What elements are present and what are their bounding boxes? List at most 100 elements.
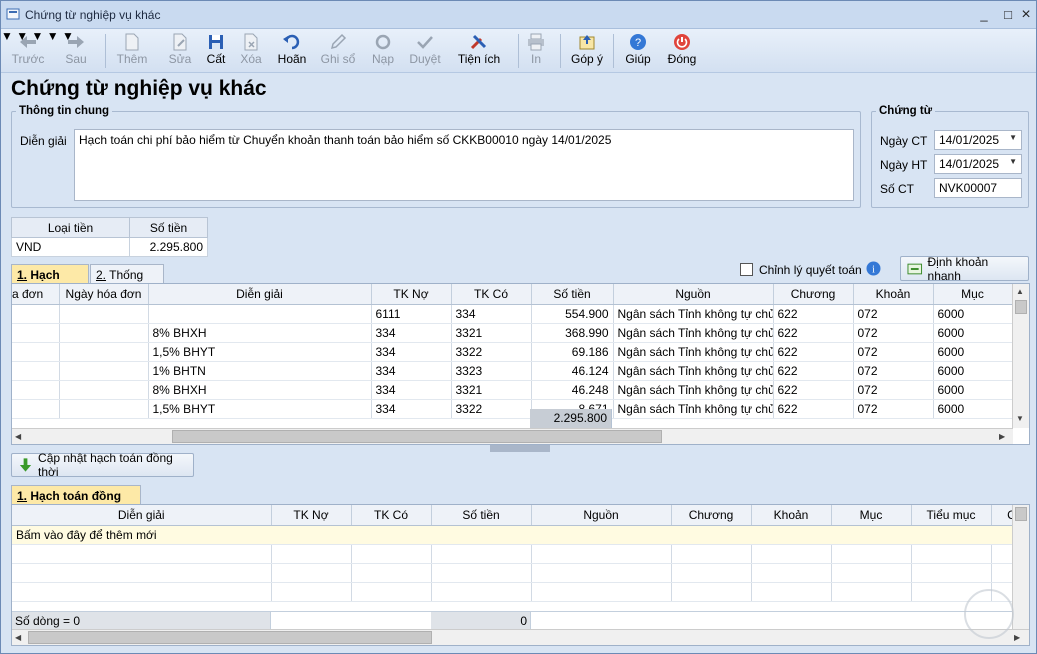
table-cell[interactable]: 072 [853,380,934,400]
entries-column-header[interactable]: Nguồn [613,284,774,305]
currency-type-cell[interactable]: VND [11,237,130,257]
unpost-button[interactable]: Nạp [365,31,401,71]
approve-button[interactable]: Duyệt [405,31,445,71]
scroll-left-icon[interactable]: ◀ [15,633,21,642]
table-cell[interactable]: Ngân sách Tỉnh không tự chủ [613,399,774,419]
date-ct-picker[interactable]: 14/01/2025 ▼ [934,130,1022,150]
save-button[interactable]: Cất [201,31,231,71]
tab-entries[interactable]: 1. Hạch toán [11,264,89,296]
scroll-up-icon[interactable]: ▲ [1016,287,1024,296]
tab-statistics[interactable]: 2. Thống kê [90,264,164,296]
table-cell[interactable] [12,361,60,381]
table-cell[interactable]: Ngân sách Tỉnh không tự chủ [613,323,774,343]
table-cell[interactable]: 46.124 [531,361,614,381]
table-cell[interactable]: 1,5% BHYT [148,342,372,362]
table-cell[interactable]: 6000 [933,323,1013,343]
date-ht-picker[interactable]: 14/01/2025 ▼ [934,154,1022,174]
table-cell[interactable]: 368.990 [531,323,614,343]
table-cell[interactable]: 6000 [933,361,1013,381]
table-cell[interactable]: 072 [853,323,934,343]
table-row[interactable]: 6111 334 554.900 Ngân sách Tỉnh không tự ch… [12,304,1013,324]
table-cell[interactable]: 8% BHXH [148,380,372,400]
update-concurrent-button[interactable]: Cập nhật hạch toán đồng thời [11,451,194,479]
table-cell[interactable]: 1% BHTN [148,361,372,381]
table-cell[interactable]: 3322 [451,399,532,419]
help-button[interactable]: ? Giúp [621,31,655,71]
table-cell[interactable]: Ngân sách Tỉnh không tự chủ [613,380,774,400]
next-button[interactable]: Sau [59,31,93,71]
entries-column-header[interactable]: TK Có [451,284,532,305]
concurrent-column-header[interactable]: Khoản [751,505,832,526]
table-cell[interactable]: 6000 [933,342,1013,362]
table-cell[interactable] [59,304,149,324]
edit-button[interactable]: Sửa [165,31,195,71]
table-cell[interactable]: 3322 [451,342,532,362]
delete-button[interactable]: Xóa [235,31,267,71]
concurrent-column-header[interactable]: Nguồn [531,505,672,526]
scroll-left-icon[interactable]: ◀ [15,432,21,441]
prev-button[interactable]: Trước [9,31,47,71]
table-cell[interactable] [59,380,149,400]
table-cell[interactable]: 3323 [451,361,532,381]
table-cell[interactable] [59,361,149,381]
entries-column-header[interactable]: Khoản [853,284,934,305]
table-cell[interactable]: 6000 [933,304,1013,324]
table-cell[interactable]: 46.248 [531,380,614,400]
concurrent-column-header[interactable]: Chương [671,505,752,526]
table-cell[interactable]: 3321 [451,380,532,400]
table-cell[interactable]: 334 [371,323,452,343]
table-cell[interactable]: 622 [773,361,854,381]
table-cell[interactable]: 622 [773,323,854,343]
close-window-button[interactable]: × [1015,5,1037,25]
quick-entry-button[interactable]: Định khoản nhanh [900,255,1029,283]
splitter-handle[interactable] [490,445,550,452]
table-cell[interactable] [12,304,60,324]
entries-column-header[interactable]: Số tiền [531,284,614,305]
feedback-button[interactable]: Góp ý [567,31,607,71]
table-cell[interactable]: 072 [853,304,934,324]
empty-row[interactable] [12,544,1029,564]
table-cell[interactable] [59,342,149,362]
empty-row[interactable] [12,563,1029,583]
scroll-down-icon[interactable]: ▼ [1016,414,1024,423]
adjust-settlement-checkbox[interactable] [740,263,753,276]
table-cell[interactable]: 622 [773,380,854,400]
add-button[interactable]: Thêm [113,31,151,71]
concurrent-column-header[interactable]: Mục [831,505,912,526]
minimize-button[interactable]: _ [973,5,995,25]
table-cell[interactable]: Ngân sách Tỉnh không tự chủ [613,304,774,324]
entries-hscroll-thumb[interactable] [172,430,662,443]
table-cell[interactable]: 622 [773,342,854,362]
entries-horizontal-scrollbar[interactable]: ◀ ▶ [12,428,1013,444]
table-cell[interactable] [12,399,60,419]
entries-column-header[interactable]: Ngày hóa đơn [59,284,149,305]
scroll-right-icon[interactable]: ▶ [999,432,1005,441]
table-row[interactable]: 8% BHXH 334 3321 368.990 Ngân sách Tỉnh khôn… [12,323,1013,343]
table-cell[interactable]: 554.900 [531,304,614,324]
table-cell[interactable]: 8% BHXH [148,323,372,343]
description-input[interactable]: Hạch toán chi phí bảo hiểm từ Chuyển kho… [74,129,854,201]
table-cell[interactable] [12,342,60,362]
table-cell[interactable]: 334 [371,361,452,381]
chevron-down-icon[interactable]: ▼ [47,29,59,43]
concurrent-vscroll-thumb[interactable] [1015,507,1027,521]
table-cell[interactable]: 334 [451,304,532,324]
table-cell[interactable]: Ngân sách Tỉnh không tự chủ [613,361,774,381]
concurrent-column-header[interactable]: Diễn giải [12,505,272,526]
concurrent-column-header[interactable]: TK Nợ [271,505,352,526]
new-row-placeholder-text[interactable]: Bấm vào đây để thêm mới [12,525,1029,545]
table-cell[interactable]: 334 [371,342,452,362]
table-row[interactable]: 1% BHTN 334 3323 46.124 Ngân sách Tỉnh không… [12,361,1013,381]
print-button[interactable]: In [523,31,549,71]
table-cell[interactable]: 622 [773,304,854,324]
close-button[interactable]: Đóng [663,31,701,71]
table-cell[interactable] [59,323,149,343]
entries-column-header[interactable]: Diễn giải [148,284,372,305]
concurrent-column-header[interactable]: Số tiền [431,505,532,526]
scroll-right-icon[interactable]: ▶ [1014,633,1020,642]
voucher-number-input[interactable]: NVK00007 [934,178,1022,198]
entries-column-header[interactable]: Chương [773,284,854,305]
concurrent-column-header[interactable]: Tiểu mục [911,505,992,526]
table-row[interactable]: 1,5% BHYT 334 3322 69.186 Ngân sách Tỉnh khô… [12,342,1013,362]
chevron-down-icon[interactable]: ▼ [1009,133,1017,142]
